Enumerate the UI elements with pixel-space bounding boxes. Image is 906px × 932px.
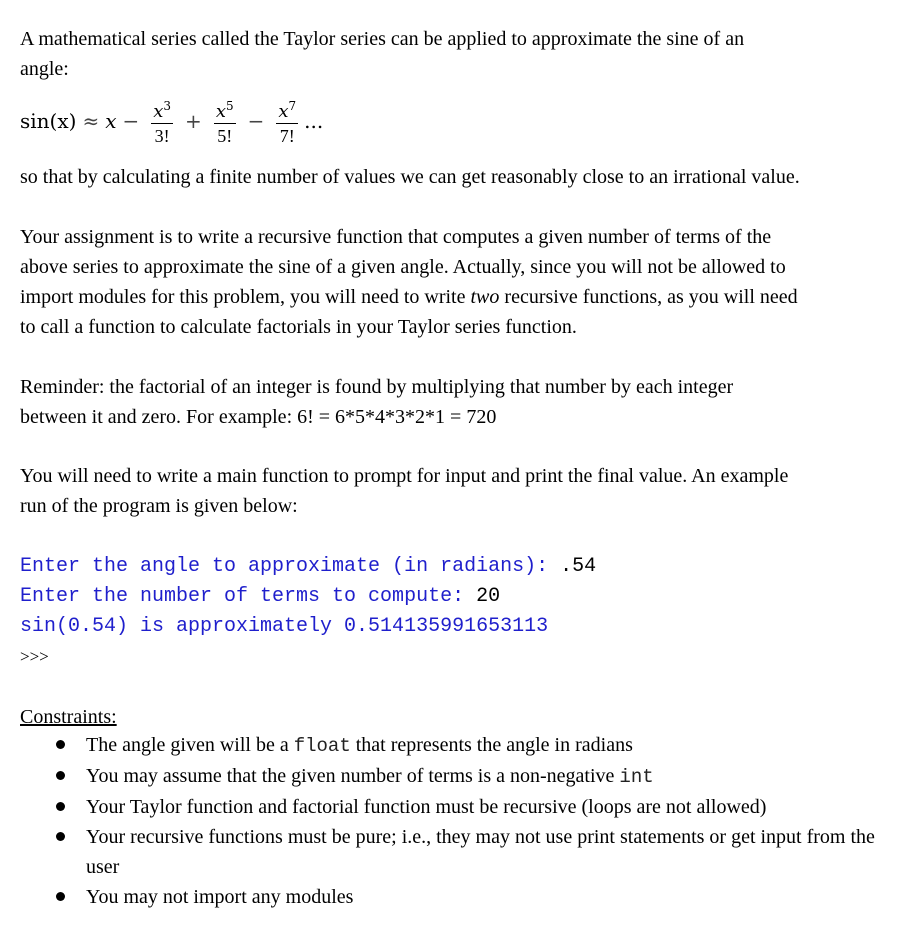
bullet-icon	[56, 832, 65, 841]
term-x3-over-3fact: x3 3!	[151, 98, 174, 146]
constraints-list: The angle given will be a float that rep…	[50, 730, 890, 912]
bullet-icon	[56, 802, 65, 811]
main-line-2: run of the program is given below:	[20, 495, 298, 517]
main-line-1: You will need to write a main function t…	[20, 465, 789, 487]
assignment-paragraph: Your assignment is to write a recursive …	[20, 222, 880, 342]
terms-input-value: 20	[476, 585, 501, 608]
minus-symbol: −	[122, 109, 140, 133]
paragraph-finite-values: so that by calculating a finite number o…	[20, 166, 800, 188]
constraint-item: The angle given will be a float that rep…	[50, 730, 890, 761]
minus-symbol: −	[247, 109, 265, 133]
formula-lhs: sin(x)	[20, 109, 77, 133]
intro-line-1: A mathematical series called the Taylor …	[20, 28, 745, 50]
code-float: float	[293, 735, 351, 757]
example-run-output: Enter the angle to approximate (in radia…	[20, 552, 596, 672]
bullet-icon	[56, 892, 65, 901]
code-int: int	[619, 766, 654, 788]
assignment-line-4: to call a function to calculate factoria…	[20, 316, 577, 338]
main-function-paragraph: You will need to write a main function t…	[20, 461, 880, 521]
assignment-line-3: import modules for this problem, you wil…	[20, 286, 798, 308]
constraint-item: You may not import any modules	[50, 882, 890, 912]
constraints-heading: Constraints:	[20, 706, 117, 728]
approx-symbol: ≈	[82, 109, 100, 133]
plus-symbol: +	[185, 109, 202, 133]
result-output-line: sin(0.54) is approximately 0.51413599165…	[20, 615, 549, 638]
angle-input-value: .54	[560, 555, 597, 578]
angle-prompt-line: Enter the angle to approximate (in radia…	[20, 555, 597, 578]
terms-prompt-line: Enter the number of terms to compute: 20	[20, 585, 501, 608]
factorial-reminder-paragraph: Reminder: the factorial of an integer is…	[20, 372, 880, 432]
bullet-icon	[56, 771, 65, 780]
bullet-icon	[56, 740, 65, 749]
intro-line-2: angle:	[20, 58, 69, 80]
formula-x: x	[105, 109, 117, 133]
reminder-line-2: between it and zero. For example: 6! = 6…	[20, 406, 497, 428]
constraint-item: Your Taylor function and factorial funct…	[50, 792, 890, 822]
assignment-line-2: above series to approximate the sine of …	[20, 256, 786, 278]
ellipsis: ...	[304, 109, 324, 133]
emphasis-two: two	[470, 286, 500, 308]
taylor-series-formula: sin(x) ≈ x − x3 3! + x5 5! − x7 7! ...	[20, 86, 323, 156]
assignment-line-1: Your assignment is to write a recursive …	[20, 226, 772, 248]
constraint-item: You may assume that the given number of …	[50, 761, 890, 792]
term-x5-over-5fact: x5 5!	[213, 98, 236, 146]
reminder-line-1: Reminder: the factorial of an integer is…	[20, 376, 734, 398]
intro-paragraph: A mathematical series called the Taylor …	[20, 24, 880, 84]
term-x7-over-7fact: x7 7!	[276, 98, 299, 146]
shell-prompt: >>>	[20, 647, 49, 666]
constraint-item: Your recursive functions must be pure; i…	[50, 822, 890, 882]
